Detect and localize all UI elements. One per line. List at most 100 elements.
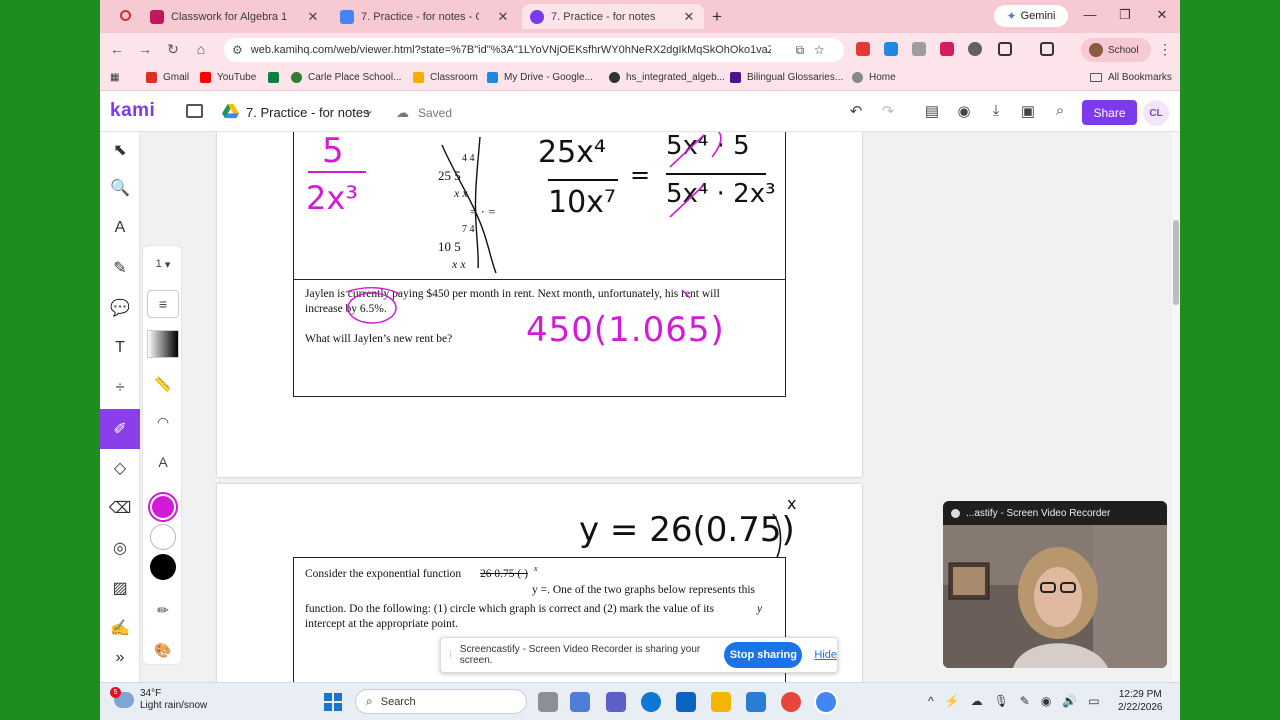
shapes-tool-icon[interactable]: ◇ bbox=[100, 450, 140, 486]
chrome-active-icon[interactable] bbox=[816, 692, 836, 712]
bookmark-hs-integrated[interactable]: hs_integrated_algeb... bbox=[609, 72, 725, 83]
redo-icon[interactable]: ↷ bbox=[878, 102, 898, 120]
tab-kami[interactable]: 7. Practice - for notes ✕ bbox=[522, 4, 704, 29]
color-swatch-black[interactable] bbox=[150, 554, 176, 580]
weather-widget[interactable]: 5 34°F Light rain/snow bbox=[110, 687, 207, 712]
equation-tool-icon[interactable]: ÷ bbox=[100, 370, 140, 406]
extension-icon[interactable] bbox=[884, 42, 898, 56]
copilot-icon[interactable] bbox=[570, 692, 590, 712]
avatar[interactable]: CL bbox=[1143, 100, 1169, 126]
file-explorer-icon[interactable] bbox=[711, 692, 731, 712]
custom-color-pen-icon[interactable]: ✏ bbox=[147, 596, 179, 624]
kami-logo[interactable]: kami bbox=[110, 100, 155, 122]
stop-sharing-button[interactable]: Stop sharing bbox=[724, 642, 803, 668]
all-bookmarks-button[interactable]: All Bookmarks bbox=[1090, 72, 1172, 83]
extension-icon[interactable] bbox=[856, 42, 870, 56]
dictionary-tool-icon[interactable]: 🔍 bbox=[100, 170, 140, 206]
extension-icon[interactable] bbox=[912, 42, 926, 56]
kami-header: kami 7. Practice - for notes ⌄ ☁ Saved ↶… bbox=[100, 92, 1180, 132]
time: 12:29 PM bbox=[1118, 689, 1162, 700]
document-title[interactable]: 7. Practice - for notes bbox=[246, 105, 370, 120]
clock[interactable]: 12:29 PM 2/22/2026 bbox=[1118, 688, 1163, 714]
scrollbar-thumb[interactable] bbox=[1173, 220, 1179, 305]
edge-icon[interactable] bbox=[641, 692, 661, 712]
bookmark-my-drive[interactable]: My Drive - Google... bbox=[487, 72, 593, 83]
image-tool-icon[interactable]: ▨ bbox=[100, 570, 140, 606]
browser-menu-icon[interactable]: ⋮ bbox=[1158, 41, 1172, 58]
handwriting-exp-power: x bbox=[787, 494, 797, 513]
maximize-icon[interactable]: ❐ bbox=[1115, 7, 1135, 23]
webcam-recorder-window[interactable]: ...astify - Screen Video Recorder bbox=[943, 501, 1167, 668]
document-outline-icon[interactable]: ▤ bbox=[922, 102, 942, 120]
close-tab-icon[interactable]: ✕ bbox=[682, 9, 696, 25]
select-tool-icon[interactable]: ⬉ bbox=[100, 132, 140, 168]
teams-icon[interactable] bbox=[606, 692, 626, 712]
forward-icon[interactable]: → bbox=[136, 41, 154, 57]
vertical-scrollbar[interactable] bbox=[1172, 132, 1180, 682]
drawing-tool-icon[interactable]: ✐ bbox=[100, 409, 140, 449]
tab-search-icon[interactable] bbox=[1040, 42, 1054, 56]
eraser-tool-icon[interactable]: ⌫ bbox=[100, 490, 140, 526]
compass-icon[interactable]: A bbox=[147, 448, 179, 476]
bookmark-gmail[interactable]: Gmail bbox=[146, 72, 189, 83]
search-icon[interactable]: ⌕ bbox=[1050, 102, 1070, 119]
minimize-icon[interactable]: — bbox=[1080, 7, 1100, 22]
bookmark-unnamed[interactable] bbox=[268, 72, 285, 83]
bookmark-carle-place[interactable]: Carle Place School... bbox=[291, 72, 401, 83]
bookmark-bilingual[interactable]: Bilingual Glossaries... bbox=[730, 72, 843, 83]
add-media-tool-icon[interactable]: ◎ bbox=[100, 530, 140, 566]
reload-icon[interactable]: ↻ bbox=[164, 41, 182, 58]
home-icon[interactable]: ⌂ bbox=[192, 41, 210, 57]
question-text: intercept at the appropriate point. bbox=[305, 618, 458, 630]
bookmark-star-icon[interactable]: ⧉☆ bbox=[796, 43, 834, 58]
mail-icon[interactable] bbox=[676, 692, 696, 712]
profile-button[interactable]: School bbox=[1081, 38, 1151, 62]
archive-icon[interactable] bbox=[186, 104, 203, 118]
stroke-size-select[interactable]: 1 ▾ bbox=[147, 250, 179, 278]
new-tab-button[interactable]: + bbox=[712, 7, 722, 27]
close-tab-icon[interactable]: ✕ bbox=[306, 9, 320, 25]
apps-grid-icon[interactable]: ▦ bbox=[110, 72, 119, 83]
comment-tool-icon[interactable]: 💬 bbox=[100, 290, 140, 326]
opacity-icon[interactable] bbox=[147, 330, 179, 358]
close-tab-icon[interactable]: ✕ bbox=[496, 9, 510, 25]
site-info-icon[interactable]: ⚙ bbox=[232, 43, 243, 57]
extensions-puzzle-icon[interactable] bbox=[998, 42, 1012, 56]
chevron-down-icon[interactable]: ⌄ bbox=[364, 103, 374, 117]
drag-handle-icon[interactable]: ⁞ bbox=[449, 650, 452, 661]
highlight-tool-icon[interactable]: ✎ bbox=[100, 250, 140, 286]
windows-start-icon[interactable] bbox=[324, 693, 342, 711]
outlook-icon[interactable] bbox=[746, 692, 766, 712]
chrome-icon[interactable] bbox=[781, 692, 801, 712]
tab-google-doc[interactable]: 7. Practice - for notes - Google ✕ bbox=[332, 4, 518, 29]
close-window-icon[interactable]: ✕ bbox=[1152, 7, 1172, 23]
bookmark-classroom[interactable]: Classroom bbox=[413, 72, 478, 83]
share-button[interactable]: Share bbox=[1082, 100, 1137, 125]
bookmark-home[interactable]: Home bbox=[852, 72, 896, 83]
back-icon[interactable]: ← bbox=[108, 41, 126, 57]
eye-icon[interactable]: ◉ bbox=[954, 102, 974, 120]
expand-toolbar-icon[interactable]: » bbox=[100, 640, 140, 676]
text-tool-icon[interactable]: T bbox=[100, 330, 140, 366]
toolbox-icon[interactable]: ▣ bbox=[1018, 102, 1038, 120]
download-icon[interactable]: ⤓ bbox=[986, 102, 1006, 119]
taskbar-search[interactable]: ⌕ Search bbox=[355, 689, 527, 714]
line-style-icon[interactable]: ≡ bbox=[147, 290, 179, 318]
color-swatch-magenta[interactable] bbox=[150, 494, 176, 520]
ruler-icon[interactable]: 📏 bbox=[147, 370, 179, 398]
protractor-icon[interactable]: ◠ bbox=[147, 408, 179, 436]
gemini-button[interactable]: ✦ Gemini bbox=[994, 5, 1068, 27]
extension-icon[interactable] bbox=[940, 42, 954, 56]
bookmark-youtube[interactable]: YouTube bbox=[200, 72, 256, 83]
read-aloud-tool-icon[interactable]: A bbox=[100, 210, 140, 246]
hide-link[interactable]: Hide bbox=[814, 649, 837, 661]
address-bar[interactable]: ⚙ web.kamihq.com/web/viewer.html?state=%… bbox=[224, 38, 844, 62]
system-tray-icons[interactable]: ^⚡☁🎙✎◉🔊▭ bbox=[928, 694, 1111, 708]
extension-icon[interactable] bbox=[968, 42, 982, 56]
color-picker-icon[interactable]: 🎨 bbox=[147, 636, 179, 664]
undo-icon[interactable]: ↶ bbox=[846, 102, 866, 120]
recorder-title-bar[interactable]: ...astify - Screen Video Recorder bbox=[943, 501, 1167, 525]
color-swatch-white[interactable] bbox=[150, 524, 176, 550]
tab-classwork[interactable]: Classwork for Algebra 1 - Perio ✕ bbox=[142, 4, 328, 29]
task-view-icon[interactable] bbox=[538, 692, 558, 712]
